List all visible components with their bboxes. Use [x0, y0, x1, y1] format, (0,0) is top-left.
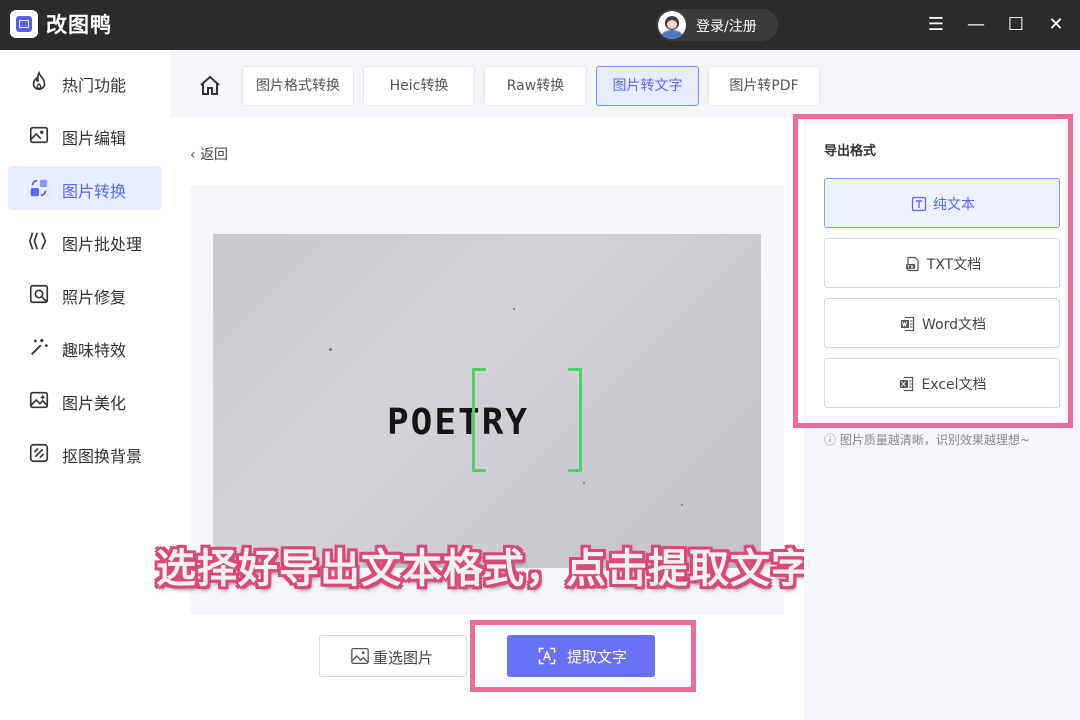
scan-text-icon	[538, 647, 556, 665]
sidebar-item-label: 抠图换背景	[62, 447, 143, 466]
hint-text: 图片质量越清晰，识别效果越理想~	[839, 433, 1030, 447]
sidebar-item-hot[interactable]: 热门功能	[8, 60, 162, 104]
reselect-label: 重选图片	[373, 649, 434, 667]
tab-heic[interactable]: Heic转换	[363, 66, 475, 106]
menu-icon[interactable]: ☰	[924, 13, 948, 37]
extract-text-button[interactable]: 提取文字	[507, 635, 655, 677]
chevron-left-icon: ‹	[190, 147, 201, 163]
sidebar-item-label: 图片批处理	[62, 235, 143, 254]
flame-icon	[32, 71, 46, 91]
sidebar-item-label: 图片转换	[62, 182, 127, 201]
sidebar-item-photo-repair[interactable]: 照片修复	[8, 272, 162, 316]
home-icon[interactable]	[198, 74, 222, 98]
batch-icon	[28, 232, 47, 250]
format-highlight-frame	[793, 114, 1073, 428]
reselect-image-button[interactable]: 重选图片	[319, 635, 467, 677]
cutout-icon	[29, 443, 49, 463]
app-logo-icon	[10, 10, 38, 38]
sidebar-item-label: 图片编辑	[62, 129, 127, 148]
maximize-icon[interactable]: ☐	[1004, 13, 1028, 37]
quality-hint: ⓘ 图片质量越清晰，识别效果越理想~	[824, 431, 1030, 448]
extract-label: 提取文字	[567, 648, 628, 666]
back-label: 返回	[200, 147, 229, 163]
minimize-icon[interactable]: —	[964, 13, 988, 37]
scan-bracket-left	[472, 368, 486, 472]
tab-raw[interactable]: Raw转换	[484, 66, 587, 106]
sidebar-item-label: 趣味特效	[62, 341, 127, 360]
photo-text: POETRY	[387, 402, 530, 443]
title-bar: 改图鸭 登录/注册 ☰ — ☐ ✕	[0, 0, 1080, 50]
back-link[interactable]: ‹ 返回	[190, 144, 228, 164]
sidebar-item-label: 热门功能	[62, 76, 127, 95]
info-icon: ⓘ	[824, 433, 840, 447]
convert-icon	[30, 179, 48, 197]
sidebar-item-cutout[interactable]: 抠图换背景	[8, 431, 162, 475]
sidebar-item-batch[interactable]: 图片批处理	[8, 219, 162, 263]
avatar	[658, 11, 686, 39]
tab-image-to-text[interactable]: 图片转文字	[596, 66, 699, 106]
tab-format-convert[interactable]: 图片格式转换	[242, 66, 354, 106]
magic-wand-icon	[31, 338, 48, 355]
image-icon	[351, 647, 369, 665]
sidebar-item-label: 照片修复	[62, 288, 127, 307]
sidebar-item-beautify[interactable]: 图片美化	[8, 378, 162, 422]
caption-overlay: 选择好导出文本格式，点击提取文字即可	[156, 546, 894, 592]
image-beautify-icon	[29, 391, 49, 409]
photo-repair-icon	[29, 284, 49, 304]
preview-image: POETRY	[213, 234, 761, 568]
sidebar-item-convert[interactable]: 图片转换	[8, 166, 162, 210]
login-button[interactable]: 登录/注册	[656, 9, 778, 41]
close-icon[interactable]: ✕	[1044, 13, 1068, 37]
tab-image-to-pdf[interactable]: 图片转PDF	[708, 66, 820, 106]
sidebar-item-image-edit[interactable]: 图片编辑	[8, 113, 162, 157]
sidebar-item-label: 图片美化	[62, 394, 127, 413]
image-edit-icon	[29, 126, 49, 144]
login-label: 登录/注册	[696, 19, 757, 35]
app-title: 改图鸭	[46, 13, 112, 37]
scan-bracket-right	[568, 368, 582, 472]
sidebar-item-effects[interactable]: 趣味特效	[8, 325, 162, 369]
